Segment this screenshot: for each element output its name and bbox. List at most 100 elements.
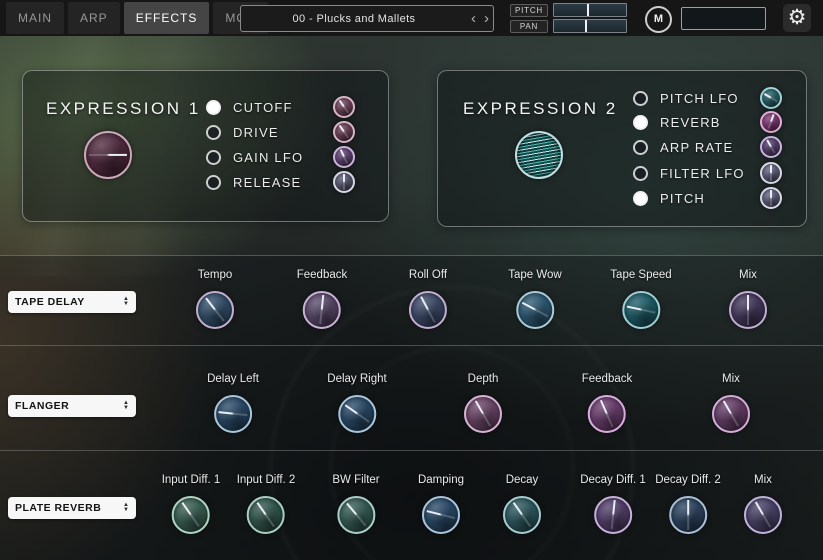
gain-lfo-amount-knob[interactable] xyxy=(333,146,355,168)
settings-gear-icon[interactable]: ⚙ xyxy=(783,4,811,32)
radio-drive[interactable] xyxy=(206,125,221,140)
expression1-option-release: RELEASE xyxy=(206,172,355,192)
input-diff-2-knob[interactable] xyxy=(247,496,285,534)
option-label: FILTER LFO xyxy=(660,166,748,181)
effect-selector-dropdown[interactable]: PLATE REVERB ▲▼ xyxy=(8,497,136,519)
tab-main[interactable]: MAIN xyxy=(6,2,64,34)
radio-pitch-lfo[interactable] xyxy=(633,91,648,106)
effect-row-tape-delay: TAPE DELAY ▲▼ Tempo Feedback Roll Off Ta… xyxy=(0,255,823,346)
roll-off-knob[interactable] xyxy=(409,291,447,329)
knob-pointer xyxy=(764,93,778,102)
plugin-window: MAIN ARP EFFECTS MOD 00 - Plucks and Mal… xyxy=(0,0,823,560)
drive-amount-knob[interactable] xyxy=(333,121,355,143)
knob-unit: Input Diff. 2 xyxy=(237,473,296,534)
pitch-slider[interactable] xyxy=(553,3,627,17)
pan-slider-handle[interactable] xyxy=(585,20,587,32)
knob-pointer xyxy=(610,500,615,529)
expression2-panel: EXPRESSION 2 PITCH LFO REVERB ARP RATE F… xyxy=(437,70,807,227)
bw-filter-knob[interactable] xyxy=(337,496,375,534)
effect-selector-dropdown[interactable]: TAPE DELAY ▲▼ xyxy=(8,291,136,313)
knob-label: Mix xyxy=(739,268,757,282)
decay-diff-1-knob[interactable] xyxy=(594,496,632,534)
option-label: RELEASE xyxy=(233,175,321,190)
knob-label: Roll Off xyxy=(409,268,447,282)
pan-slider[interactable] xyxy=(553,19,627,33)
radio-arp-rate[interactable] xyxy=(633,140,648,155)
knob-unit: Feedback xyxy=(297,268,348,329)
knob-unit: Damping xyxy=(418,473,464,534)
radio-filter-lfo[interactable] xyxy=(633,166,648,181)
expression1-option-drive: DRIVE xyxy=(206,122,355,142)
effect-row-flanger: FLANGER ▲▼ Delay Left Delay Right Depth … xyxy=(0,345,823,451)
knob-label: Decay Diff. 1 xyxy=(580,473,646,487)
preset-prev-icon[interactable]: ‹ xyxy=(467,7,480,30)
knob-unit: Input Diff. 1 xyxy=(162,473,221,534)
knob-label: Delay Right xyxy=(327,372,386,386)
damping-knob[interactable] xyxy=(422,496,460,534)
midi-button[interactable]: M xyxy=(645,6,672,33)
knob-unit: Roll Off xyxy=(409,268,447,329)
reverb-amount-knob[interactable] xyxy=(760,111,782,133)
preset-selector[interactable]: 00 - Plucks and Mallets ‹ › xyxy=(240,5,494,32)
mix-knob[interactable] xyxy=(729,291,767,329)
option-label: CUTOFF xyxy=(233,100,321,115)
knob-unit: Tape Speed xyxy=(610,268,671,329)
pitch-lfo-amount-knob[interactable] xyxy=(760,87,782,109)
input-diff-1-knob[interactable] xyxy=(172,496,210,534)
knob-pointer xyxy=(319,295,324,324)
radio-release[interactable] xyxy=(206,175,221,190)
select-updown-icon: ▲▼ xyxy=(123,401,129,411)
knob-pointer xyxy=(420,297,435,324)
radio-cutoff[interactable] xyxy=(206,100,221,115)
filter-lfo-amount-knob[interactable] xyxy=(760,162,782,184)
option-label: PITCH LFO xyxy=(660,91,748,106)
knob-pointer xyxy=(770,165,772,180)
knob-unit: Mix xyxy=(729,268,767,329)
preset-next-icon[interactable]: › xyxy=(480,7,493,30)
knob-pointer xyxy=(339,100,350,114)
cutoff-amount-knob[interactable] xyxy=(333,96,355,118)
knob-pointer xyxy=(340,150,348,165)
mix-knob[interactable] xyxy=(744,496,782,534)
effect-selector-dropdown[interactable]: FLANGER ▲▼ xyxy=(8,395,136,417)
delay-left-knob[interactable] xyxy=(214,395,252,433)
knob-unit: Decay Diff. 1 xyxy=(580,473,646,534)
delay-right-knob[interactable] xyxy=(338,395,376,433)
expression2-option-pitch: PITCH xyxy=(633,188,782,208)
knob-pointer xyxy=(626,306,655,314)
pan-label: PAN xyxy=(510,20,548,33)
radio-reverb[interactable] xyxy=(633,115,648,130)
radio-pitch[interactable] xyxy=(633,191,648,206)
feedback-knob[interactable] xyxy=(588,395,626,433)
pitch-label: PITCH xyxy=(510,4,548,17)
tempo-knob[interactable] xyxy=(196,291,234,329)
preset-name: 00 - Plucks and Mallets xyxy=(241,13,467,25)
expression1-knob[interactable] xyxy=(84,131,132,179)
option-label: PITCH xyxy=(660,191,748,206)
knob-unit: Mix xyxy=(744,473,782,534)
decay-knob[interactable] xyxy=(503,496,541,534)
pitch-amount-knob[interactable] xyxy=(760,187,782,209)
knob-pointer xyxy=(767,114,774,129)
effect-row-plate-reverb: PLATE REVERB ▲▼ Input Diff. 1 Input Diff… xyxy=(0,450,823,560)
depth-knob[interactable] xyxy=(464,395,502,433)
knob-pointer xyxy=(205,298,225,322)
mix-knob[interactable] xyxy=(712,395,750,433)
feedback-knob[interactable] xyxy=(303,291,341,329)
knob-unit: Mix xyxy=(712,372,750,433)
tape-wow-knob[interactable] xyxy=(516,291,554,329)
knob-label: Damping xyxy=(418,473,464,487)
tab-effects[interactable]: EFFECTS xyxy=(124,2,210,34)
decay-diff-2-knob[interactable] xyxy=(669,496,707,534)
knob-pointer xyxy=(687,500,689,529)
arp-rate-amount-knob[interactable] xyxy=(760,136,782,158)
expression2-knob[interactable] xyxy=(515,131,563,179)
effect-selector-label: FLANGER xyxy=(15,400,69,412)
radio-gain-lfo[interactable] xyxy=(206,150,221,165)
pitch-slider-handle[interactable] xyxy=(587,4,589,16)
release-amount-knob[interactable] xyxy=(333,171,355,193)
knob-pointer xyxy=(513,502,531,527)
knob-pointer xyxy=(600,400,614,428)
tab-arp[interactable]: ARP xyxy=(68,2,120,34)
tape-speed-knob[interactable] xyxy=(622,291,660,329)
